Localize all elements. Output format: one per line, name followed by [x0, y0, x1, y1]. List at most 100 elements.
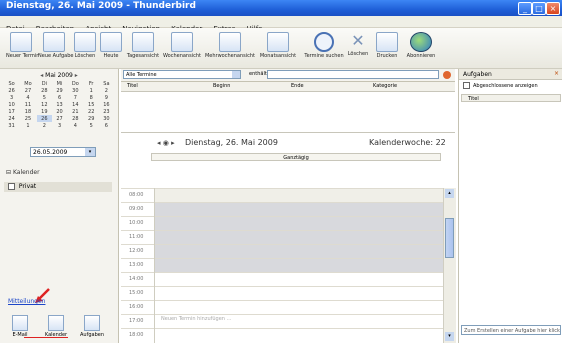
day-cell[interactable]: 27: [52, 115, 67, 122]
day-cell[interactable]: 9: [99, 94, 114, 101]
day-cell[interactable]: 14: [67, 101, 83, 108]
mode-mail-button[interactable]: E-Mail: [2, 313, 38, 338]
day-cell[interactable]: 29: [52, 87, 67, 94]
day-cell[interactable]: 27: [19, 87, 37, 94]
new-event-button[interactable]: Neuer Termin: [6, 30, 39, 66]
mode-calendar-button[interactable]: Kalender: [38, 313, 74, 338]
calendars-section-header[interactable]: ⊟ Kalender: [6, 169, 40, 176]
next-month-icon[interactable]: ▸: [75, 72, 78, 79]
day-cell[interactable]: 26: [4, 87, 19, 94]
events-list-header: Titel Beginn Ende Kategorie: [121, 82, 455, 92]
day-cell[interactable]: 30: [67, 87, 83, 94]
time-slot[interactable]: 09:00: [121, 202, 443, 216]
show-completed-option[interactable]: Abgeschlossene anzeigen: [463, 82, 538, 89]
chevron-down-icon[interactable]: ▾: [85, 148, 95, 156]
day-cell[interactable]: 29: [84, 115, 99, 122]
event-search-input[interactable]: [267, 70, 439, 79]
today-button[interactable]: Heute: [100, 30, 122, 66]
day-cell[interactable]: 4: [67, 122, 83, 129]
mode-tasks-button[interactable]: Aufgaben: [74, 313, 110, 338]
time-slot[interactable]: 08:00: [121, 188, 443, 202]
day-cell[interactable]: 8: [84, 94, 99, 101]
tasks-column-header[interactable]: Titel: [461, 94, 561, 102]
day-cell[interactable]: 6: [52, 94, 67, 101]
scroll-up-icon[interactable]: ▴: [445, 189, 454, 198]
time-slot[interactable]: 10:00: [121, 216, 443, 230]
time-slot[interactable]: 11:00: [121, 230, 443, 244]
week-view-button[interactable]: Wochenansicht: [162, 30, 202, 66]
time-slot[interactable]: 13:00: [121, 258, 443, 272]
minimize-button[interactable]: _: [518, 2, 532, 15]
day-cell[interactable]: 16: [99, 101, 114, 108]
column-end[interactable]: Ende: [291, 83, 304, 89]
day-cell[interactable]: 10: [4, 101, 19, 108]
subscribe-button[interactable]: Abonnieren: [404, 30, 438, 66]
time-slot[interactable]: 15:00: [121, 286, 443, 300]
scroll-down-icon[interactable]: ▾: [445, 332, 454, 341]
date-picker-field[interactable]: 26.05.2009 ▾: [30, 147, 96, 157]
day-cell[interactable]: 25: [19, 115, 37, 122]
new-task-input[interactable]: Zum Erstellen einer Aufgabe hier klicken: [461, 325, 561, 335]
day-view-button[interactable]: Tagesansicht: [126, 30, 160, 66]
day-cell[interactable]: 13: [52, 101, 67, 108]
column-title[interactable]: Titel: [127, 83, 138, 89]
column-start[interactable]: Beginn: [213, 83, 230, 89]
day-cell[interactable]: 11: [19, 101, 37, 108]
day-cell[interactable]: 6: [99, 122, 114, 129]
day-cell[interactable]: 30: [99, 115, 114, 122]
day-cell[interactable]: 24: [4, 115, 19, 122]
calendar-checkbox[interactable]: [8, 183, 15, 190]
day-cell[interactable]: 2: [37, 122, 52, 129]
multiweek-view-button[interactable]: Mehrwochenansicht: [204, 30, 256, 66]
time-slot[interactable]: 16:00: [121, 300, 443, 314]
column-category[interactable]: Kategorie: [373, 83, 397, 89]
day-cell[interactable]: 4: [19, 94, 37, 101]
delete-button[interactable]: Löschen: [72, 30, 98, 66]
day-scrollbar[interactable]: ▴ ▾: [443, 188, 456, 343]
find-events-button[interactable]: Termine suchen: [304, 30, 344, 66]
day-cell[interactable]: 12: [37, 101, 52, 108]
day-cell[interactable]: 5: [84, 122, 99, 129]
day-cell[interactable]: 2: [99, 87, 114, 94]
day-cell[interactable]: 3: [4, 94, 19, 101]
day-cell[interactable]: 17: [4, 108, 19, 115]
delete-disabled-button[interactable]: ✕ Löschen: [346, 30, 370, 66]
day-cell[interactable]: 28: [37, 87, 52, 94]
day-cell[interactable]: 20: [52, 108, 67, 115]
maximize-button[interactable]: □: [532, 2, 546, 15]
all-day-row[interactable]: Ganztägig: [151, 153, 441, 161]
time-slot[interactable]: 14:00: [121, 272, 443, 286]
messages-link[interactable]: Mitteilungen: [8, 298, 45, 305]
time-slot[interactable]: 18:00: [121, 328, 443, 342]
scrollbar-thumb[interactable]: [445, 218, 454, 258]
day-cell-selected[interactable]: 26: [36, 115, 52, 122]
day-cell[interactable]: 15: [84, 101, 99, 108]
add-event-hint[interactable]: Neuen Termin hinzufügen …: [161, 316, 232, 322]
close-button[interactable]: ×: [546, 2, 560, 15]
close-icon[interactable]: ×: [554, 70, 559, 77]
day-cell[interactable]: 19: [37, 108, 52, 115]
day-cell[interactable]: 22: [84, 108, 99, 115]
day-cell[interactable]: 28: [67, 115, 83, 122]
event-filter-select[interactable]: Alle Termine: [123, 70, 241, 79]
prev-month-icon[interactable]: ◂: [40, 72, 43, 79]
month-view-button[interactable]: Monatsansicht: [258, 30, 298, 66]
day-cell[interactable]: 1: [84, 87, 99, 94]
print-button[interactable]: Drucken: [372, 30, 402, 66]
clear-search-icon[interactable]: [443, 71, 451, 79]
day-cell[interactable]: 5: [37, 94, 52, 101]
day-cell[interactable]: 18: [19, 108, 37, 115]
day-cell[interactable]: 21: [67, 108, 83, 115]
calendar-item-privat[interactable]: Privat: [4, 182, 112, 192]
day-cell[interactable]: 3: [52, 122, 67, 129]
day-cell[interactable]: 23: [99, 108, 114, 115]
day-cell[interactable]: 31: [4, 122, 19, 129]
chevron-down-icon[interactable]: [232, 71, 240, 78]
time-slot[interactable]: 12:00: [121, 244, 443, 258]
show-completed-checkbox[interactable]: [463, 82, 470, 89]
day-cell[interactable]: 7: [67, 94, 83, 101]
events-list[interactable]: [121, 92, 455, 133]
day-cell[interactable]: 1: [19, 122, 37, 129]
new-task-button[interactable]: Neue Aufgabe: [38, 30, 74, 66]
day-navigation-arrows[interactable]: ◂ ◉ ▸: [157, 139, 175, 147]
